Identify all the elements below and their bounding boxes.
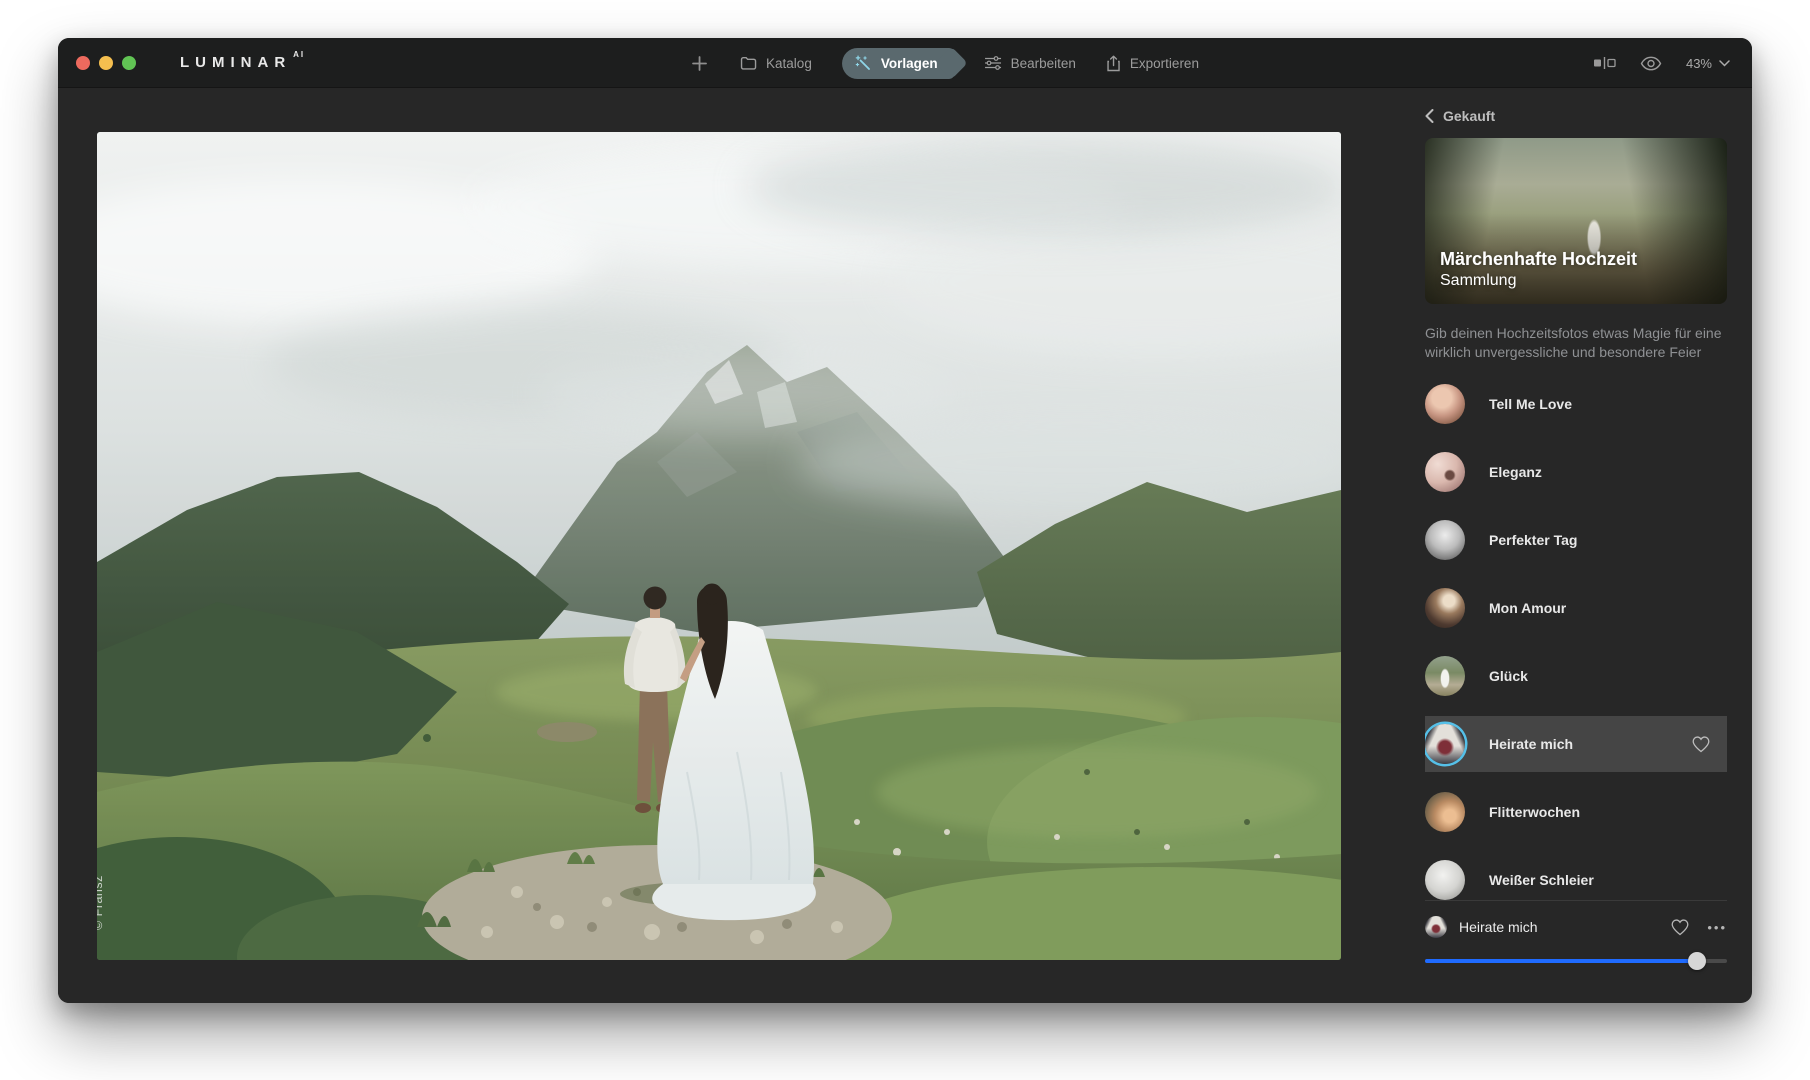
titlebar-right-controls: 43% [1593, 38, 1730, 88]
zoom-level-value: 43% [1686, 56, 1712, 71]
template-item-weisser-schleier[interactable]: Weißer Schleier [1425, 852, 1727, 900]
wand-icon [855, 55, 872, 72]
template-name: Perfekter Tag [1489, 532, 1577, 548]
template-list: Tell Me Love Eleganz Perfekter Tag Mon Amou… [1425, 376, 1727, 900]
export-icon [1106, 55, 1121, 72]
active-template-thumbnail [1425, 916, 1447, 938]
chevron-left-icon [1425, 109, 1434, 123]
chevron-down-icon [1719, 60, 1730, 67]
tab-bearbeiten[interactable]: Bearbeiten [984, 56, 1076, 71]
eye-icon[interactable] [1640, 56, 1662, 71]
template-item-tell-me-love[interactable]: Tell Me Love [1425, 376, 1727, 432]
tab-katalog[interactable]: Katalog [740, 56, 812, 71]
sidebar-divider [1425, 900, 1727, 901]
active-template-name: Heirate mich [1459, 919, 1538, 935]
app-logo: LUMINARAI [180, 54, 305, 71]
photo-illustration [97, 132, 1341, 960]
compare-toggle-icon[interactable] [1593, 56, 1616, 70]
template-thumbnail [1425, 860, 1465, 900]
photo[interactable]: © Fransz [97, 132, 1341, 960]
traffic-lights [76, 56, 136, 70]
template-item-eleganz[interactable]: Eleganz [1425, 444, 1727, 500]
template-thumbnail [1425, 588, 1465, 628]
app-window: LUMINARAI Katalog [58, 38, 1752, 1003]
tab-exportieren[interactable]: Exportieren [1106, 55, 1199, 72]
slider-knob[interactable] [1688, 952, 1706, 970]
slider-fill [1425, 959, 1697, 963]
template-name: Tell Me Love [1489, 396, 1572, 412]
template-thumbnail [1425, 656, 1465, 696]
collection-title: Märchenhafte Hochzeit [1440, 248, 1637, 271]
template-item-flitterwochen[interactable]: Flitterwochen [1425, 784, 1727, 840]
collection-description: Gib deinen Hochzeitsfotos etwas Magie fü… [1425, 324, 1727, 362]
back-button[interactable]: Gekauft [1425, 108, 1727, 124]
template-name: Eleganz [1489, 464, 1542, 480]
amount-slider[interactable] [1425, 952, 1727, 970]
close-button[interactable] [76, 56, 90, 70]
template-thumbnail [1425, 452, 1465, 492]
folder-icon [740, 56, 757, 70]
minimize-button[interactable] [99, 56, 113, 70]
template-name: Flitterwochen [1489, 804, 1580, 820]
templates-sidebar: Gekauft Märchenhafte Hochzeit Sammlung G… [1425, 88, 1727, 1003]
template-item-mon-amour[interactable]: Mon Amour [1425, 580, 1727, 636]
template-item-heirate-mich[interactable]: Heirate mich [1425, 716, 1727, 772]
collection-card[interactable]: Märchenhafte Hochzeit Sammlung [1425, 138, 1727, 304]
template-name: Heirate mich [1489, 736, 1573, 752]
photo-watermark: © Fransz [97, 875, 105, 930]
template-thumbnail [1425, 792, 1465, 832]
template-name: Mon Amour [1489, 600, 1566, 616]
collection-card-text: Märchenhafte Hochzeit Sammlung [1440, 248, 1637, 292]
main-tabs: Katalog Vorlagen Bearbeiten [691, 38, 1199, 88]
editor-canvas: © Fransz [58, 88, 1425, 1003]
zoom-level-select[interactable]: 43% [1686, 56, 1730, 71]
template-name: Weißer Schleier [1489, 872, 1594, 888]
template-name: Glück [1489, 668, 1528, 684]
template-thumbnail [1425, 724, 1465, 764]
favorite-heart-icon[interactable] [1670, 918, 1690, 936]
template-thumbnail [1425, 520, 1465, 560]
favorite-heart-icon[interactable] [1691, 735, 1711, 753]
more-options-button[interactable]: ••• [1707, 921, 1727, 934]
title-bar: LUMINARAI Katalog [58, 38, 1752, 88]
template-item-perfekter-tag[interactable]: Perfekter Tag [1425, 512, 1727, 568]
tab-vorlagen[interactable]: Vorlagen [842, 48, 954, 79]
template-thumbnail [1425, 384, 1465, 424]
collection-subtitle: Sammlung [1440, 271, 1637, 292]
fullscreen-button[interactable] [122, 56, 136, 70]
back-label: Gekauft [1443, 108, 1495, 124]
active-template-bar: Heirate mich ••• [1425, 916, 1727, 970]
template-item-glueck[interactable]: Glück [1425, 648, 1727, 704]
plus-icon [691, 55, 708, 72]
add-photos-button[interactable] [691, 55, 708, 72]
sliders-icon [984, 56, 1002, 70]
